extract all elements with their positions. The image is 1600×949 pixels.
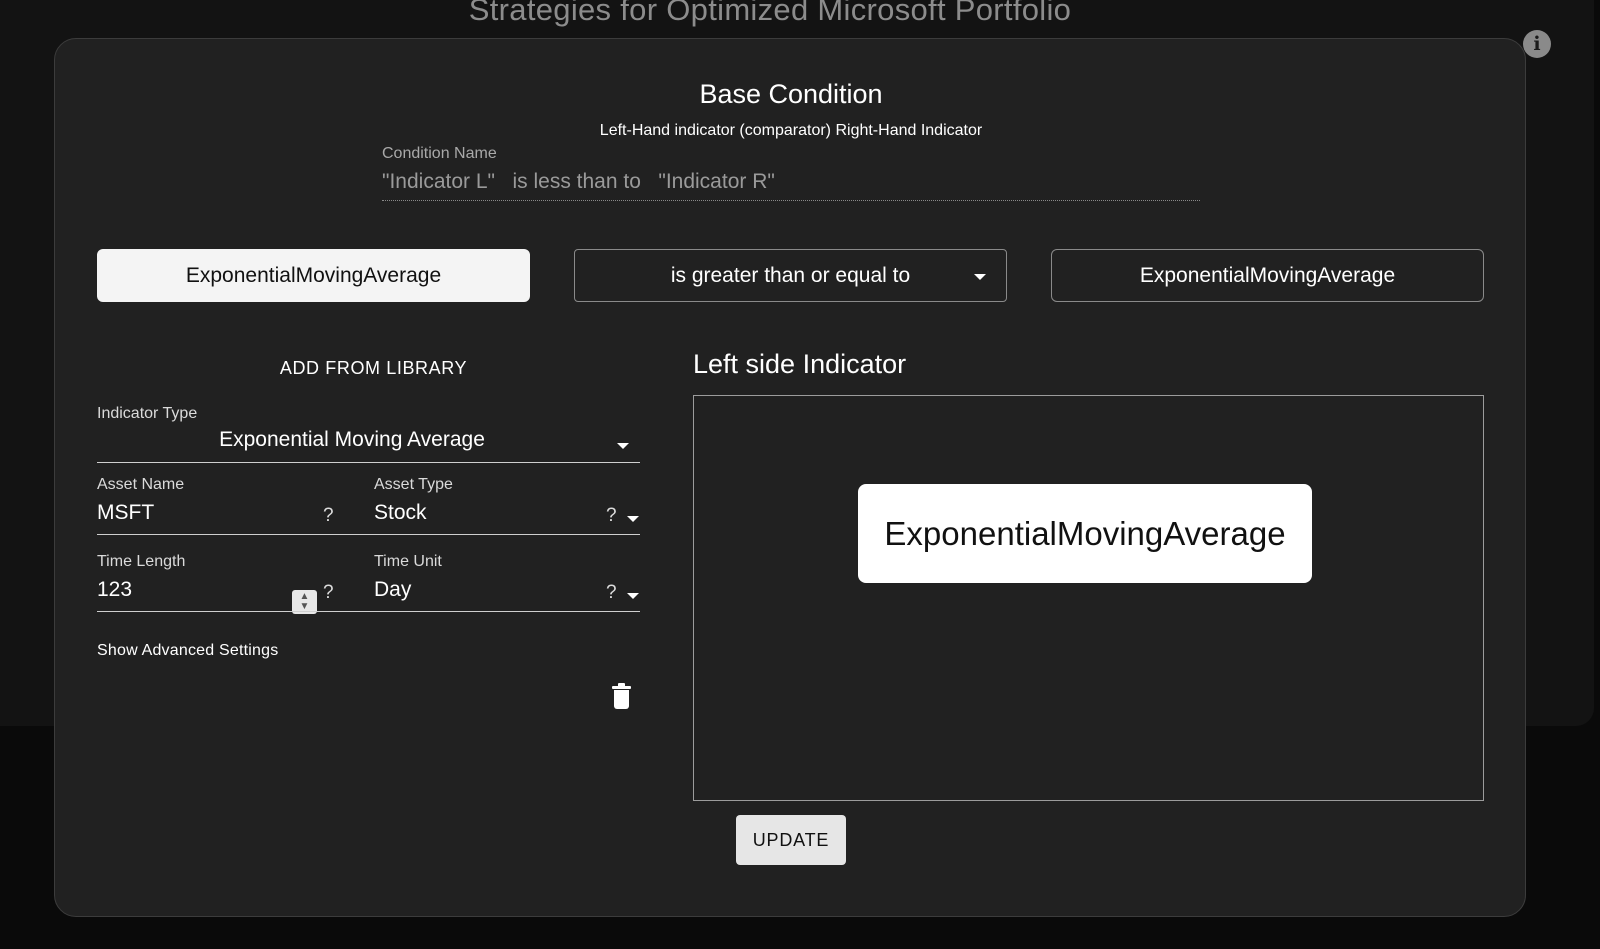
modal-title: Base Condition (699, 79, 883, 109)
time-length-input[interactable]: 123 (97, 578, 277, 602)
asset-name-label: Asset Name (97, 476, 185, 493)
indicator-type-underline (97, 462, 640, 463)
update-button[interactable]: UPDATE (736, 815, 846, 865)
asset-type-label: Asset Type (374, 476, 453, 493)
comparator-select[interactable]: is greater than or equal to (574, 249, 1007, 302)
asset-name-help-icon[interactable]: ? (323, 505, 334, 527)
time-unit-label: Time Unit (374, 553, 442, 570)
preview-title: Left side Indicator (693, 349, 907, 379)
time-unit-help-icon[interactable]: ? (606, 582, 617, 604)
time-row-underline (97, 611, 640, 612)
comparator-select-value: is greater than or equal to (670, 264, 911, 287)
chevron-down-icon (627, 593, 639, 599)
time-length-help-icon[interactable]: ? (323, 582, 334, 604)
page: Strategies for Optimized Microsoft Portf… (0, 0, 1600, 949)
chevron-down-icon (627, 516, 639, 522)
condition-name-input[interactable]: "Indicator L" is less than to "Indicator… (382, 167, 1200, 201)
chevron-down-icon (974, 274, 986, 280)
right-indicator-button[interactable]: ExponentialMovingAverage (1051, 249, 1484, 302)
add-from-library-button[interactable]: ADD FROM LIBRARY (97, 358, 650, 379)
trash-bin (614, 690, 629, 709)
indicator-type-select[interactable]: Exponential Moving Average (97, 422, 640, 463)
base-condition-modal: Base Condition Left-Hand indicator (comp… (54, 38, 1526, 917)
asset-type-select[interactable]: Stock (374, 501, 574, 525)
time-unit-select[interactable]: Day (374, 578, 574, 602)
time-length-label: Time Length (97, 553, 186, 570)
trash-icon[interactable] (612, 683, 631, 710)
indicator-type-label: Indicator Type (97, 405, 198, 422)
indicator-preview-canvas[interactable]: ExponentialMovingAverage (693, 395, 1484, 801)
background-page-title: Strategies for Optimized Microsoft Portf… (468, 0, 1072, 27)
condition-name-label: Condition Name (382, 145, 497, 162)
asset-type-help-icon[interactable]: ? (606, 505, 617, 527)
asset-row-underline (97, 534, 640, 535)
chevron-down-icon (617, 443, 629, 449)
left-indicator-button[interactable]: ExponentialMovingAverage (97, 249, 530, 302)
info-icon[interactable]: i (1523, 30, 1551, 58)
asset-name-input[interactable]: MSFT (97, 501, 307, 525)
indicator-type-value: Exponential Moving Average (219, 428, 485, 451)
show-advanced-settings-toggle[interactable]: Show Advanced Settings (97, 642, 278, 660)
modal-subtitle: Left-Hand indicator (comparator) Right-H… (599, 122, 983, 139)
trash-lid (612, 686, 631, 689)
preview-indicator-node[interactable]: ExponentialMovingAverage (858, 484, 1312, 583)
